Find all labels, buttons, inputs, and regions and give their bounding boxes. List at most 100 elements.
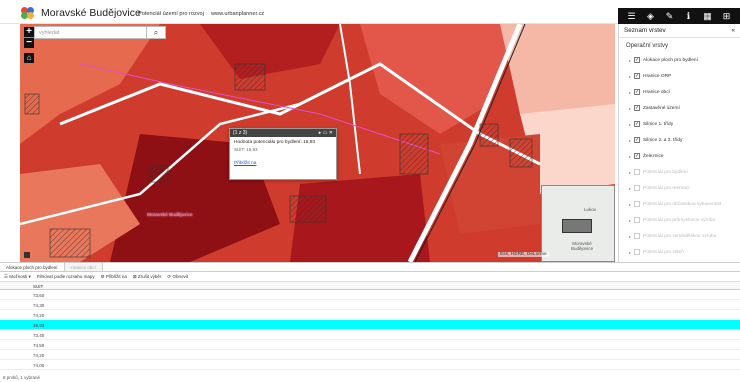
layer-checkbox[interactable]	[634, 169, 640, 175]
clear-selection-button[interactable]: ⊠ Zrušit výběr	[133, 274, 162, 280]
home-icon[interactable]: ⌂	[24, 53, 34, 63]
layer-label: Hranice ORP	[643, 73, 672, 79]
expand-arrow-icon[interactable]: ▸	[629, 106, 633, 111]
layer-item[interactable]: ▸ ✓ Železnice	[619, 148, 740, 164]
map-attribution: Esri, HERE, DeLorme	[498, 252, 549, 257]
website-link[interactable]: www.urbanplanner.cz	[211, 11, 264, 17]
layer-checkbox[interactable]	[634, 201, 640, 207]
refresh-button[interactable]: ⟳ Obnovit	[167, 274, 188, 280]
layer-item[interactable]: ▸ Potenciál pro občanskou vybavenost	[619, 196, 740, 212]
layer-label: Silnice 2. a 3. třídy	[643, 137, 683, 143]
popup-value: SUIT: 15,93	[234, 147, 258, 152]
collapse-icon[interactable]: «	[731, 27, 735, 34]
layer-label: Potenciál pro rekreaci	[643, 185, 690, 191]
expand-arrow-icon[interactable]: ▸	[629, 122, 633, 127]
layer-label: Potenciál pro bydlení	[643, 169, 688, 175]
table-row[interactable]: 74,30	[0, 300, 740, 310]
table-icon[interactable]: ⊞	[720, 9, 734, 23]
layer-checkbox[interactable]: ✓	[634, 89, 640, 95]
layer-checkbox[interactable]	[634, 217, 640, 223]
layer-label: Zastavěné území	[643, 105, 680, 111]
layer-item[interactable]: ▸ Potenciál pro průmyslovou výrobu	[619, 212, 740, 228]
layer-checkbox[interactable]: ✓	[634, 57, 640, 63]
app-title: Moravské Budějovice	[41, 7, 141, 19]
zoom-in-button[interactable]: +	[24, 27, 34, 37]
grid-icon[interactable]: ▦	[701, 9, 715, 23]
table-footer: 8 prvků, 1 vybrané	[3, 375, 41, 380]
layers-icon[interactable]: ◈	[644, 9, 658, 23]
layer-item[interactable]: ▸ ✓ Hranice obcí	[619, 84, 740, 100]
layer-label: Silnice 1. třídy	[643, 121, 674, 127]
pencil-icon[interactable]: ✎	[663, 9, 677, 23]
zoom-out-button[interactable]: −	[24, 38, 34, 48]
expand-arrow-icon[interactable]: ▸	[629, 170, 633, 175]
feature-popup: (1 z 3) ▸ ▭ ✕ Hodnota potenciálu pro byd…	[229, 128, 337, 180]
search-input[interactable]: vyhledat	[34, 26, 148, 39]
expand-arrow-icon[interactable]: ▸	[629, 90, 633, 95]
popup-zoom-link[interactable]: Přiblížit na	[230, 153, 336, 166]
layer-checkbox[interactable]: ✓	[634, 153, 640, 159]
attribute-table: Alokace ploch pro bydlení Hranice obcí ☰…	[0, 262, 740, 382]
tab-municipal-boundaries[interactable]: Hranice obcí	[64, 263, 103, 271]
overview-label: Moravské Budějovice	[570, 241, 593, 251]
panel-title: Seznam vrstev	[624, 27, 666, 34]
layer-item[interactable]: ▸ Potenciál pro zeleň	[619, 244, 740, 260]
main-toolbar: ☰ ◈ ✎ ℹ ▦ ⊞	[618, 8, 740, 24]
expand-arrow-icon[interactable]: ▸	[629, 138, 633, 143]
expand-arrow-icon[interactable]: ▸	[629, 218, 633, 223]
table-row[interactable]: 15,93	[0, 320, 740, 330]
info-icon[interactable]: ℹ	[682, 9, 696, 23]
overview-map[interactable]: Lukov Moravské Budějovice	[541, 185, 615, 262]
layer-item[interactable]: ▸ ✓ Silnice 2. a 3. třídy	[619, 132, 740, 148]
layer-checkbox[interactable]	[634, 185, 640, 191]
table-row[interactable]: 73,60	[0, 290, 740, 300]
table-row[interactable]: 74,50	[0, 340, 740, 350]
expand-arrow-icon[interactable]: ▸	[629, 202, 633, 207]
layer-item[interactable]: ▸ ✓ Zastavěné území	[619, 100, 740, 116]
popup-counter: (1 z 3)	[233, 130, 248, 136]
expand-arrow-icon[interactable]: ▸	[629, 250, 633, 255]
options-button[interactable]: ☰ Možnosti ▾	[4, 274, 31, 280]
popup-title: Hodnota potenciálu pro bydlení: 15,93	[234, 140, 316, 145]
expand-arrow-icon[interactable]: ▸	[629, 186, 633, 191]
panel-header: Seznam vrstev «	[619, 24, 740, 38]
layer-item[interactable]: ▸ ✓ Hranice ORP	[619, 68, 740, 84]
tab-housing[interactable]: Alokace ploch pro bydlení	[0, 263, 65, 271]
layer-item[interactable]: ▸ Potenciál pro rekreaci	[619, 180, 740, 196]
table-row[interactable]: 74,00	[0, 360, 740, 370]
table-toolbar: ☰ Možnosti ▾ Filtrovat podle rozsahu map…	[0, 272, 740, 282]
layer-label: Potenciál pro zemědělskou výrobu	[643, 233, 717, 239]
search-icon[interactable]: ⌕	[146, 26, 166, 39]
layer-checkbox[interactable]: ✓	[634, 73, 640, 79]
table-row[interactable]: 74,20	[0, 350, 740, 360]
layer-item[interactable]: ▸ ✓ Alokace ploch pro bydlení	[619, 52, 740, 68]
app-header: Moravské Budějovice Potenciál území pro …	[0, 0, 740, 24]
town-label: Moravské Budějovice	[147, 213, 193, 218]
layer-list-panel: Seznam vrstev « Operační vrstvy ▸ ✓ Alokac…	[618, 24, 740, 262]
expand-arrow-icon[interactable]: ▸	[629, 154, 633, 159]
layer-item[interactable]: ▸ Potenciál pro zemědělskou výrobu	[619, 228, 740, 244]
layer-item[interactable]: ▸ Potenciál pro bydlení	[619, 164, 740, 180]
expand-arrow-icon[interactable]: ▸	[629, 234, 633, 239]
popup-close-icon[interactable]: ▸ ▭ ✕	[319, 130, 333, 136]
popup-header: (1 z 3) ▸ ▭ ✕	[230, 129, 336, 137]
layer-checkbox[interactable]: ✓	[634, 137, 640, 143]
table-row[interactable]: 74,20	[0, 310, 740, 320]
column-header-suit[interactable]: SUIT	[0, 282, 740, 290]
subtitle-link[interactable]: Potenciál území pro rozvoj	[138, 11, 204, 17]
layer-checkbox[interactable]: ✓	[634, 105, 640, 111]
layer-item[interactable]: ▸ ✓ Silnice 1. třídy	[619, 116, 740, 132]
zoom-to-button[interactable]: ⚙ Přiblížit na	[101, 274, 127, 280]
layer-checkbox[interactable]: ✓	[634, 121, 640, 127]
map-view[interactable]: vyhledat ⌕ + − ⌂ Moravské Budějovice (1 …	[20, 24, 615, 262]
layer-label: Potenciál pro zeleň	[643, 249, 684, 255]
expand-arrow-icon[interactable]: ▸	[629, 58, 633, 63]
table-row[interactable]: 73,40	[0, 330, 740, 340]
layer-label: Hranice obcí	[643, 89, 670, 95]
filter-by-extent-button[interactable]: Filtrovat podle rozsahu mapy	[37, 274, 95, 279]
expand-arrow-icon[interactable]: ▸	[629, 74, 633, 79]
overview-extent[interactable]	[562, 219, 592, 233]
layer-checkbox[interactable]	[634, 233, 640, 239]
layer-checkbox[interactable]	[634, 249, 640, 255]
list-icon[interactable]: ☰	[625, 9, 639, 23]
